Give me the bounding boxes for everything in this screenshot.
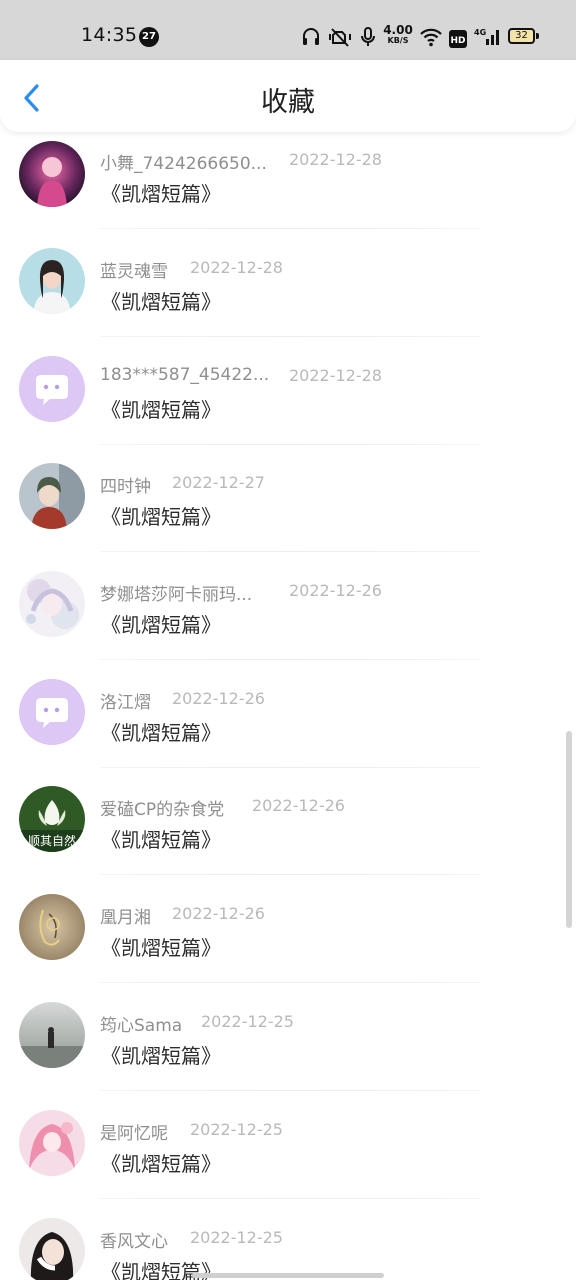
list-item[interactable]: 是阿忆呢 2022-12-25 《凯熠短篇》 — [0, 1104, 576, 1211]
divider — [100, 874, 480, 875]
scrollbar[interactable] — [566, 731, 572, 928]
avatar[interactable] — [19, 1110, 85, 1176]
wifi-icon — [420, 28, 442, 47]
list-item[interactable]: 顺其自然 爱磕CP的杂食党 2022-12-26 《凯熠短篇》 — [0, 780, 576, 887]
divider — [100, 1198, 480, 1199]
user-name: 是阿忆呢 — [100, 1124, 168, 1144]
mic-icon — [361, 27, 375, 46]
avatar[interactable] — [19, 463, 85, 529]
header: 收藏 — [0, 60, 576, 132]
work-title: 《凯熠短篇》 — [101, 721, 221, 745]
work-title: 《凯熠短篇》 — [101, 613, 221, 637]
fav-date: 2022-12-25 — [201, 1012, 294, 1031]
work-title: 《凯熠短篇》 — [101, 505, 221, 529]
signal-icon: 4G — [474, 28, 499, 45]
fav-date: 2022-12-26 — [172, 904, 265, 923]
work-title: 《凯熠短篇》 — [101, 398, 221, 422]
divider — [100, 228, 480, 229]
svg-text:HD: HD — [450, 36, 465, 46]
headphones-icon — [303, 28, 319, 45]
user-name: 筠心Sama — [100, 1016, 183, 1036]
user-name: 爱磕CP的杂食党 — [100, 800, 225, 820]
divider — [100, 982, 480, 983]
list-item[interactable]: 小舞_7424266650... 2022-12-28 《凯熠短篇》 — [0, 134, 576, 241]
work-title: 《凯熠短篇》 — [101, 936, 221, 960]
work-title: 《凯熠短篇》 — [101, 290, 221, 314]
divider — [100, 659, 480, 660]
user-name: 小舞_7424266650... — [100, 154, 267, 174]
user-name: 梦娜塔莎阿卡丽玛... — [100, 585, 253, 605]
divider — [100, 551, 480, 552]
user-name: 蓝灵魂雪 — [100, 262, 168, 282]
home-indicator[interactable] — [192, 1273, 384, 1278]
fav-date: 2022-12-26 — [289, 581, 382, 600]
divider — [100, 336, 480, 337]
svg-text:顺其自然: 顺其自然 — [28, 833, 76, 848]
fav-date: 2022-12-27 — [172, 473, 265, 492]
avatar[interactable] — [19, 894, 85, 960]
fav-date: 2022-12-28 — [289, 366, 382, 385]
avatar[interactable] — [19, 679, 85, 745]
fav-date: 2022-12-28 — [190, 258, 283, 277]
fav-date: 2022-12-28 — [289, 150, 382, 169]
work-title: 《凯熠短篇》 — [101, 828, 221, 852]
divider — [100, 1090, 480, 1091]
list-item[interactable]: 凰月湘 2022-12-26 《凯熠短篇》 — [0, 888, 576, 995]
fav-date: 2022-12-26 — [172, 689, 265, 708]
avatar[interactable] — [19, 141, 85, 207]
hd-icon: HD — [449, 30, 467, 48]
user-name: 洛江熠 — [100, 693, 151, 713]
list-item[interactable]: 香风文心 2022-12-25 《凯熠短篇》 — [0, 1212, 576, 1280]
list-item[interactable]: 蓝灵魂雪 2022-12-28 《凯熠短篇》 — [0, 242, 576, 349]
status-time: 14:35 — [81, 24, 138, 46]
avatar[interactable] — [19, 571, 85, 637]
fav-date: 2022-12-25 — [190, 1228, 283, 1247]
user-name: 四时钟 — [100, 477, 151, 497]
battery-icon: 32 — [508, 28, 535, 44]
divider — [100, 444, 480, 445]
list-item[interactable]: 梦娜塔莎阿卡丽玛... 2022-12-26 《凯熠短篇》 — [0, 565, 576, 672]
fav-date: 2022-12-26 — [252, 796, 345, 815]
svg-text:4G: 4G — [474, 28, 486, 37]
user-name: 香风文心 — [100, 1232, 168, 1252]
list-item[interactable]: 洛江熠 2022-12-26 《凯熠短篇》 — [0, 673, 576, 780]
list-item[interactable]: 筠心Sama 2022-12-25 《凯熠短篇》 — [0, 996, 576, 1103]
notification-badge: 27 — [139, 27, 159, 47]
list-item[interactable]: 四时钟 2022-12-27 《凯熠短篇》 — [0, 457, 576, 564]
avatar[interactable] — [19, 356, 85, 422]
battery-tip — [536, 33, 539, 39]
work-title: 《凯熠短篇》 — [101, 1044, 221, 1068]
divider — [100, 767, 480, 768]
status-bar: 14:35 27 4.00 KB/S HD 4G 32 — [0, 0, 576, 60]
page-title: 收藏 — [261, 87, 315, 118]
avatar[interactable] — [19, 248, 85, 314]
fav-date: 2022-12-25 — [190, 1120, 283, 1139]
network-speed: 4.00 KB/S — [383, 23, 413, 45]
avatar[interactable] — [19, 1002, 85, 1068]
list-item[interactable]: 183***587_45422... 2022-12-28 《凯熠短篇》 — [0, 350, 576, 457]
user-name: 183***587_45422... — [100, 365, 270, 385]
work-title: 《凯熠短篇》 — [101, 1152, 221, 1176]
avatar[interactable]: 顺其自然 — [19, 786, 85, 852]
user-name: 凰月湘 — [100, 908, 151, 928]
vibrate-mute-icon — [329, 28, 351, 47]
work-title: 《凯熠短篇》 — [101, 182, 221, 206]
avatar[interactable] — [19, 1218, 85, 1280]
